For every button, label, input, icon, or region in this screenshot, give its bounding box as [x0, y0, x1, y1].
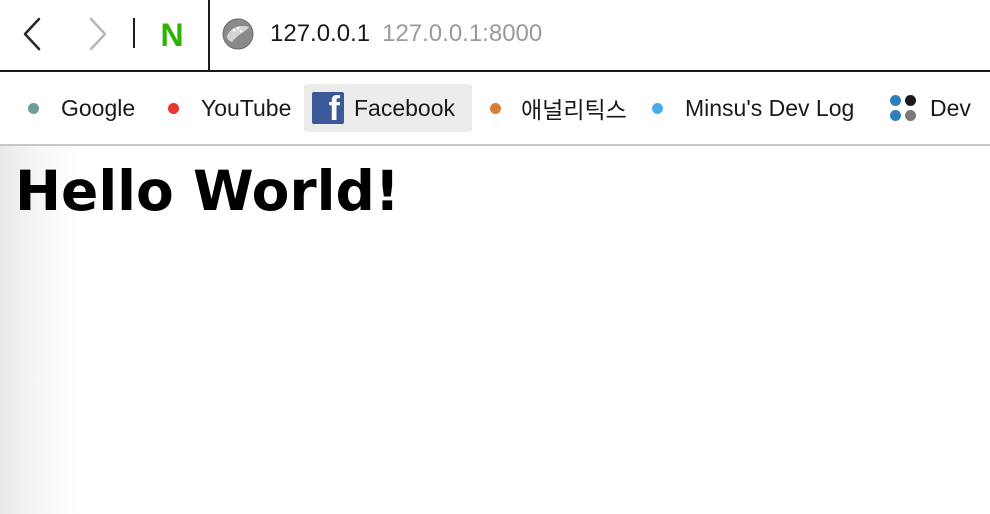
forward-button[interactable]	[78, 14, 118, 54]
bookmark-label: Dev	[930, 94, 971, 121]
bookmark-minsus-dev-log[interactable]: Minsu's Dev Log	[648, 84, 858, 132]
bookmark-dot-icon	[28, 102, 39, 114]
chevron-right-icon	[89, 17, 107, 51]
bookmark-analytics[interactable]: 애널리틱스	[486, 84, 631, 132]
folder-grid-icon	[890, 95, 916, 121]
back-button[interactable]	[12, 14, 52, 54]
address-host: 127.0.0.1	[270, 20, 371, 47]
bookmark-google[interactable]: Google	[24, 84, 139, 132]
bookmark-facebook[interactable]: f Facebook	[304, 84, 472, 132]
toolbar-divider	[208, 0, 210, 70]
chevron-left-icon	[23, 17, 41, 51]
address-full-url: 127.0.0.1:8000	[382, 20, 543, 47]
naver-logo-icon: N	[160, 17, 184, 53]
bookmark-youtube[interactable]: YouTube	[164, 84, 295, 132]
bookmark-dot-icon	[652, 102, 663, 114]
bookmark-dot-icon	[490, 102, 501, 114]
bookmark-label: Facebook	[354, 94, 456, 121]
page-content: Hello World!	[0, 146, 990, 514]
bookmark-folder-dev[interactable]: Dev	[886, 84, 975, 132]
bookmark-dot-icon	[168, 102, 179, 114]
toolbar-separator	[133, 18, 135, 48]
address-bar[interactable]: 127.0.0.1 127.0.0.1:8000	[222, 14, 962, 54]
naver-home-button[interactable]: N	[155, 18, 189, 52]
bookmark-label: YouTube	[201, 94, 292, 121]
bookmark-label: 애널리틱스	[521, 97, 627, 123]
bookmarks-bar: Google YouTube f Facebook 애널리틱스 Minsu's …	[0, 72, 990, 146]
bookmark-label: Minsu's Dev Log	[685, 94, 855, 121]
page-heading: Hello World!	[15, 159, 400, 223]
facebook-icon: f	[312, 92, 344, 124]
globe-icon	[222, 18, 254, 50]
bookmark-label: Google	[61, 94, 136, 121]
browser-toolbar: N 127.0.0.1 127.0.0.1:8000	[0, 0, 990, 72]
